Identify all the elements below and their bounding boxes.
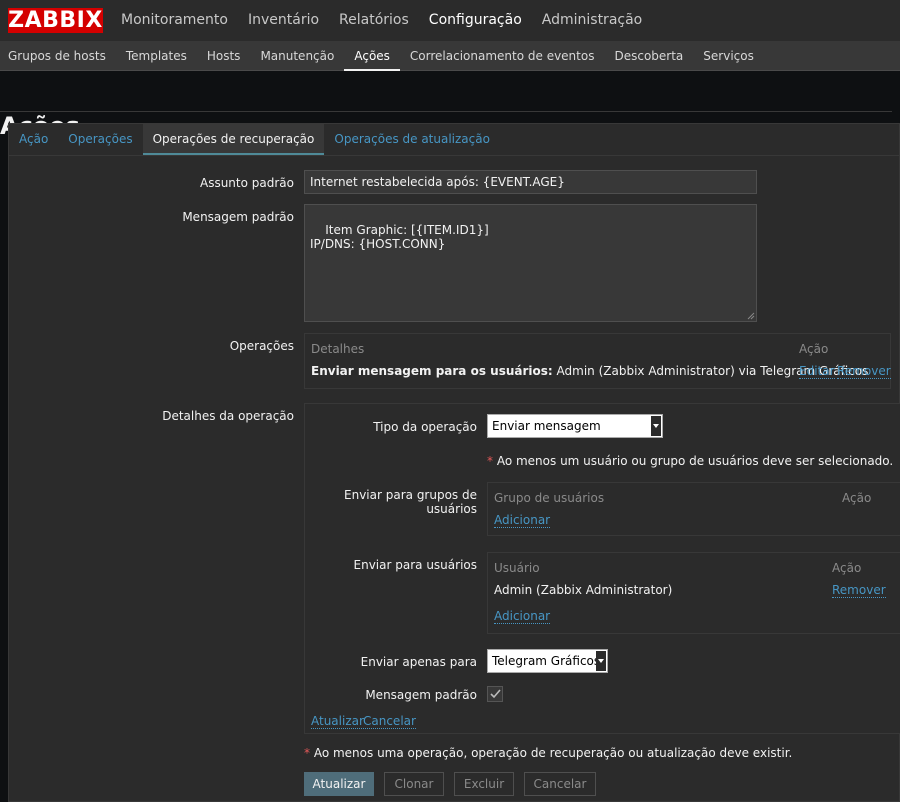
menu-configuration[interactable]: Configuração bbox=[419, 0, 532, 41]
chevron-down-icon bbox=[596, 651, 606, 671]
operation-edit-link[interactable]: Editar bbox=[799, 364, 835, 379]
submenu-hosts[interactable]: Hosts bbox=[197, 41, 251, 71]
operation-type-value: Enviar mensagem bbox=[492, 419, 601, 433]
operations-label: Operações bbox=[229, 339, 294, 353]
operations-table: Detalhes Ação Enviar mensagem para os us… bbox=[304, 333, 891, 389]
page-header bbox=[0, 71, 892, 112]
send-to-groups-label: Enviar para grupos de usuários bbox=[344, 488, 477, 516]
required-users-text: Ao menos um usuário ou grupo de usuários… bbox=[496, 454, 894, 468]
send-only-to-select[interactable]: Telegram Gráficos bbox=[487, 649, 608, 673]
add-user-group-link[interactable]: Adicionar bbox=[494, 513, 551, 528]
user-groups-action-header: Ação bbox=[842, 491, 872, 505]
user-groups-header: Grupo de usuários bbox=[494, 491, 605, 505]
menu-inventory[interactable]: Inventário bbox=[238, 0, 329, 41]
required-users-note: * Ao menos um usuário ou grupo de usuári… bbox=[487, 454, 893, 468]
zabbix-logo[interactable]: ZABBIX bbox=[8, 8, 103, 33]
operations-required-text: Ao menos uma operação, operação de recup… bbox=[313, 746, 793, 760]
message-text: Item Graphic: [{ITEM.ID1}] IP/DNS: {HOST… bbox=[310, 223, 489, 251]
operation-row-details: Enviar mensagem para os usuários: Admin … bbox=[311, 364, 868, 378]
details-update-link[interactable]: Atualizar bbox=[311, 714, 364, 729]
submenu-actions[interactable]: Ações bbox=[344, 41, 400, 71]
tab-operations[interactable]: Operações bbox=[58, 124, 142, 155]
users-header: Usuário bbox=[494, 561, 540, 575]
submenu-discovery[interactable]: Descoberta bbox=[604, 41, 693, 71]
operations-required-note: * Ao menos uma operação, operação de rec… bbox=[304, 746, 792, 760]
required-asterisk: * bbox=[487, 454, 493, 468]
operations-header-details: Detalhes bbox=[311, 342, 365, 356]
main-menu: Monitoramento Inventário Relatórios Conf… bbox=[111, 0, 652, 41]
tab-update-operations[interactable]: Operações de atualização bbox=[324, 124, 500, 155]
operation-remove-link[interactable]: Remover bbox=[837, 364, 891, 379]
cancel-button[interactable]: Cancelar bbox=[524, 772, 596, 796]
default-message-label: Mensagem padrão bbox=[365, 688, 477, 702]
submenu-services[interactable]: Serviços bbox=[693, 41, 764, 71]
delete-button[interactable]: Excluir bbox=[454, 772, 514, 796]
tab-action[interactable]: Ação bbox=[9, 124, 58, 155]
top-navigation-bar: ZABBIX Monitoramento Inventário Relatóri… bbox=[0, 0, 900, 41]
operation-type-label: Tipo da operação bbox=[373, 420, 477, 434]
default-message-checkbox[interactable] bbox=[487, 686, 503, 702]
message-label: Mensagem padrão bbox=[182, 210, 294, 224]
checkmark-icon bbox=[490, 689, 501, 699]
required-asterisk: * bbox=[304, 746, 310, 760]
menu-reports[interactable]: Relatórios bbox=[329, 0, 419, 41]
submenu-host-groups[interactable]: Grupos de hosts bbox=[0, 41, 116, 71]
tab-recovery-operations[interactable]: Operações de recuperação bbox=[142, 124, 325, 155]
operation-details-box: Tipo da operação Enviar mensagem * Ao me… bbox=[304, 403, 900, 734]
details-cancel-link[interactable]: Cancelar bbox=[363, 714, 416, 729]
sub-navigation-bar: Grupos de hosts Templates Hosts Manutenç… bbox=[0, 41, 900, 71]
message-textarea[interactable]: Item Graphic: [{ITEM.ID1}] IP/DNS: {HOST… bbox=[304, 204, 757, 322]
operations-header-action: Ação bbox=[799, 342, 829, 356]
submenu-event-correlation[interactable]: Correlacionamento de eventos bbox=[400, 41, 605, 71]
users-table: Usuário Ação Admin (Zabbix Administrator… bbox=[487, 552, 900, 634]
user-row-name: Admin (Zabbix Administrator) bbox=[494, 583, 673, 597]
subject-input[interactable]: Internet restabelecida após: {EVENT.AGE} bbox=[304, 170, 757, 194]
subject-label: Assunto padrão bbox=[199, 176, 294, 190]
user-groups-table: Grupo de usuários Ação Adicionar bbox=[487, 482, 900, 536]
clone-button[interactable]: Clonar bbox=[384, 772, 444, 796]
update-button[interactable]: Atualizar bbox=[304, 772, 374, 796]
operation-row-title: Enviar mensagem para os usuários: bbox=[311, 364, 553, 378]
send-only-to-value: Telegram Gráficos bbox=[492, 654, 601, 668]
submenu-templates[interactable]: Templates bbox=[116, 41, 197, 71]
menu-monitoring[interactable]: Monitoramento bbox=[111, 0, 238, 41]
resize-grip-icon[interactable] bbox=[747, 312, 755, 320]
submenu-maintenance[interactable]: Manutenção bbox=[250, 41, 344, 71]
form-panel: Ação Operações Operações de recuperação … bbox=[8, 123, 900, 802]
chevron-down-icon bbox=[651, 416, 661, 436]
operation-type-select[interactable]: Enviar mensagem bbox=[487, 414, 663, 438]
add-user-link[interactable]: Adicionar bbox=[494, 609, 551, 624]
operation-details-label: Detalhes da operação bbox=[162, 409, 294, 423]
send-to-users-label: Enviar para usuários bbox=[353, 558, 477, 572]
user-remove-link[interactable]: Remover bbox=[832, 583, 886, 598]
send-only-to-label: Enviar apenas para bbox=[360, 655, 477, 669]
users-action-header: Ação bbox=[832, 561, 862, 575]
form-tabs: Ação Operações Operações de recuperação … bbox=[9, 124, 899, 156]
menu-administration[interactable]: Administração bbox=[532, 0, 652, 41]
